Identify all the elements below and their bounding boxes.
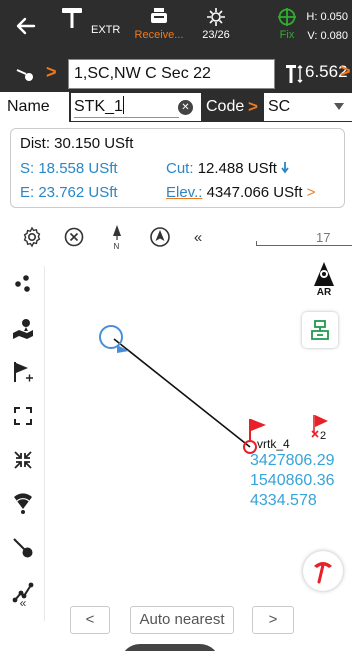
drawer-handle[interactable] bbox=[120, 644, 220, 651]
code-label: Code bbox=[206, 98, 245, 115]
x2-cross-icon bbox=[311, 430, 319, 438]
target-stake-icon bbox=[311, 320, 329, 340]
receiver-label: Receive... bbox=[134, 29, 184, 41]
satellite-count: 23/26 bbox=[202, 29, 230, 41]
satellite-icon bbox=[207, 8, 225, 26]
text-caret bbox=[122, 96, 124, 114]
easting-label: 1540860.36 bbox=[250, 472, 335, 489]
elev-readout[interactable]: Elev.: 4347.066 USft > bbox=[166, 184, 315, 201]
stakeout-info-card: Dist: 30.150 USft S: 18.558 USft Cut: 12… bbox=[10, 128, 345, 208]
antenna-icon bbox=[62, 8, 82, 28]
prev-point-button[interactable]: < bbox=[70, 606, 110, 634]
stake-direction-line bbox=[113, 338, 251, 448]
name-row: Name STK_1 ✕ Code > SC bbox=[0, 92, 352, 122]
cut-label: Cut: bbox=[166, 160, 194, 177]
northing-label: 3427806.29 bbox=[250, 452, 335, 469]
mode-label: EXTR bbox=[91, 24, 121, 36]
point-nav-bar: < Auto nearest > bbox=[0, 598, 352, 638]
south-readout: S: 18.558 USft bbox=[20, 160, 118, 177]
gnss-mode-indicator[interactable] bbox=[52, 6, 92, 28]
receiver-indicator[interactable]: Receive... bbox=[128, 6, 190, 42]
elevation-label: 4334.578 bbox=[250, 492, 317, 509]
next-point-button[interactable]: > bbox=[252, 606, 294, 634]
x2-flag-icon bbox=[315, 415, 328, 427]
name-label: Name bbox=[0, 92, 70, 122]
elev-chevron-icon[interactable]: > bbox=[307, 184, 316, 201]
point-row: > 1,SC,NW C Sec 22 6.562 > bbox=[0, 56, 352, 92]
auto-nearest-button[interactable]: Auto nearest bbox=[130, 606, 234, 634]
v-precision: V: 0.080 bbox=[307, 30, 348, 42]
satellite-indicator[interactable]: 23/26 bbox=[196, 6, 236, 42]
back-arrow-icon[interactable] bbox=[14, 14, 38, 38]
chevron-down-icon bbox=[334, 103, 344, 110]
ar-marker-icon bbox=[314, 262, 334, 286]
input-underline bbox=[74, 117, 179, 118]
map-view[interactable]: N « 17 « vrtk_4 2 3427806.29 1540860.36 … bbox=[0, 214, 352, 651]
stake-point-field[interactable]: 1,SC,NW C Sec 22 bbox=[68, 59, 275, 89]
fix-crosshair-icon bbox=[278, 8, 296, 26]
elev-label: Elev.: bbox=[166, 184, 203, 201]
point-chevron-icon[interactable]: > bbox=[46, 62, 57, 83]
cut-down-arrow-icon bbox=[281, 162, 289, 174]
stakeout-target-button[interactable] bbox=[302, 312, 338, 348]
elev-value: 4347.066 USft bbox=[206, 184, 303, 201]
code-select[interactable]: SC bbox=[264, 93, 352, 121]
height-chevron-icon[interactable]: > bbox=[340, 61, 351, 82]
current-position-marker bbox=[99, 325, 123, 349]
cut-value: 12.488 USft bbox=[197, 160, 277, 177]
status-bar: EXTR Receive... 23/26 Fix H: 0.050 V: 0.… bbox=[0, 0, 352, 56]
code-value: SC bbox=[268, 98, 291, 115]
east-readout: E: 23.762 USft bbox=[20, 184, 118, 201]
target-flag-icon bbox=[251, 419, 266, 431]
cut-readout: Cut: 12.488 USft bbox=[166, 160, 289, 177]
fix-indicator[interactable]: Fix bbox=[272, 6, 302, 42]
pickaxe-icon bbox=[314, 562, 332, 584]
clear-icon[interactable]: ✕ bbox=[178, 100, 193, 115]
precision-readout: H: 0.050 V: 0.080 bbox=[306, 8, 348, 46]
antenna-height-icon[interactable] bbox=[284, 63, 304, 85]
stakeout-path-icon[interactable] bbox=[14, 64, 36, 84]
ar-label: AR bbox=[316, 287, 332, 298]
survey-stake-button[interactable] bbox=[303, 551, 343, 591]
ar-button[interactable]: AR bbox=[306, 260, 342, 302]
point-label-vrtk: vrtk_4 bbox=[257, 437, 290, 451]
receiver-icon bbox=[151, 8, 167, 23]
code-chevron-icon[interactable]: > bbox=[248, 92, 258, 122]
h-precision: H: 0.050 bbox=[306, 11, 348, 23]
dist-readout: Dist: 30.150 USft bbox=[20, 135, 134, 152]
name-value: STK_1 bbox=[74, 98, 123, 115]
map-canvas bbox=[99, 325, 328, 454]
point-label-x2: 2 bbox=[320, 430, 327, 442]
fix-label: Fix bbox=[279, 29, 295, 41]
